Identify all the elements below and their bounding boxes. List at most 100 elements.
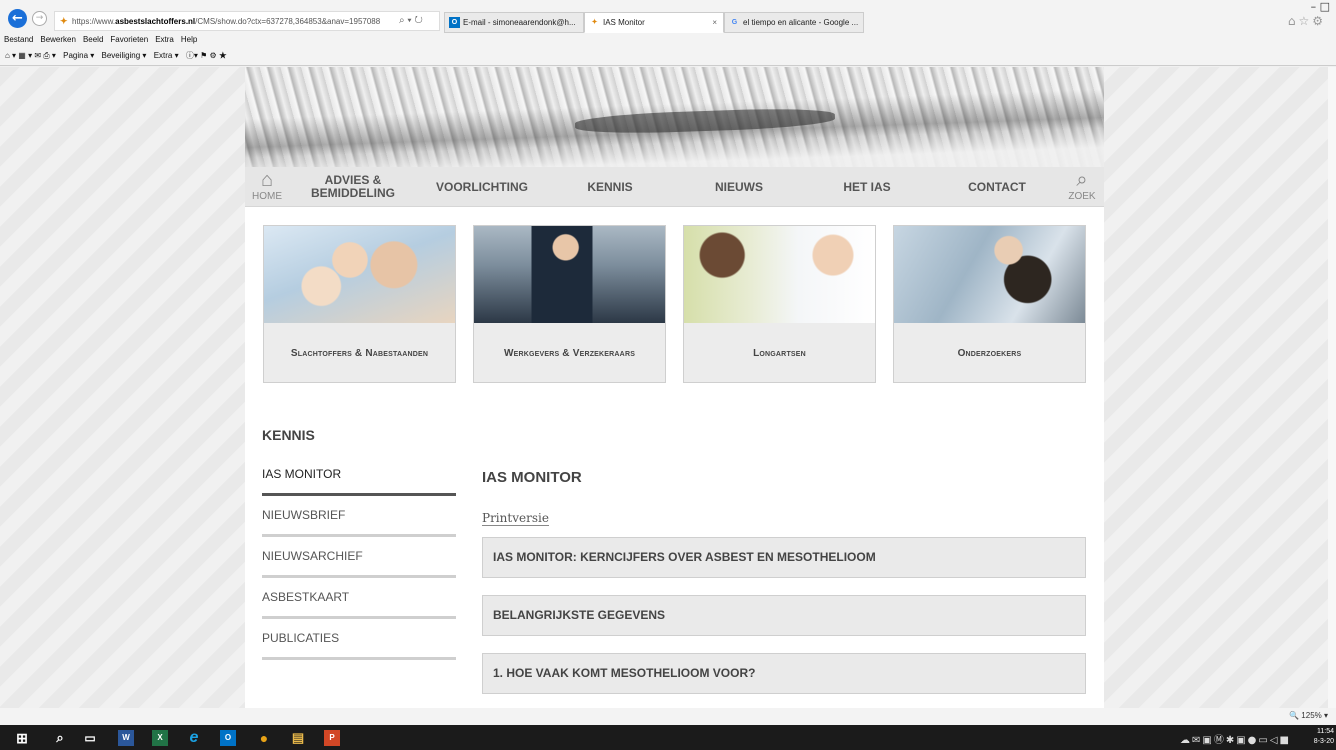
menu-favorieten[interactable]: Favorieten: [110, 35, 148, 44]
excel-icon[interactable]: X: [152, 730, 168, 746]
search-icon[interactable]: ⌕: [52, 730, 68, 746]
chrome-icon[interactable]: ●: [256, 730, 272, 746]
address-tools[interactable]: ⌕ ▾ ↻: [399, 12, 423, 30]
outlook-icon[interactable]: O: [220, 730, 236, 746]
forward-button[interactable]: →: [32, 11, 47, 26]
menu-extra[interactable]: Extra: [155, 35, 174, 44]
windows-start-icon[interactable]: ⊞: [14, 730, 30, 746]
clock-date: 8-3-20: [1313, 738, 1334, 745]
system-tray-icon[interactable]: ☁✉▣Ⓜ✱▣●▭◁■: [1180, 731, 1291, 746]
address-path: /CMS/show.do?ctx=637278,364853&anav=1957…: [195, 17, 381, 26]
nav-search-label: ZOEK: [1068, 191, 1096, 202]
back-button[interactable]: ←: [8, 9, 27, 28]
card-longartsen[interactable]: Longartsen: [683, 225, 876, 383]
menu-bestand[interactable]: Bestand: [4, 35, 33, 44]
address-domain: asbestslachtoffers.nl: [115, 17, 196, 26]
clock-time: 11:54: [1317, 728, 1334, 735]
card-onderzoekers[interactable]: Onderzoekers: [893, 225, 1086, 383]
card-photo-family: [264, 226, 455, 323]
content-title: IAS MONITOR: [482, 469, 582, 486]
nav-kennis[interactable]: KENNIS: [570, 167, 650, 207]
accordion-belangrijkste-gegevens[interactable]: BELANGRIJKSTE GEGEVENS: [482, 595, 1086, 636]
card-label: Onderzoekers: [957, 347, 1022, 359]
nav-label: KENNIS: [587, 180, 633, 194]
card-label: Longartsen: [753, 347, 806, 359]
nav-voorlichting[interactable]: VOORLICHTING: [429, 167, 535, 207]
sidenav-underline: [262, 616, 456, 619]
sidenav-label: NIEUWSARCHIEF: [262, 549, 363, 563]
status-bar: 🔍 125% ▾: [0, 708, 1336, 725]
sidenav-label: NIEUWSBRIEF: [262, 508, 346, 522]
sidenav-underline: [262, 534, 456, 537]
accordion-kerncijfers[interactable]: IAS MONITOR: KERNCIJFERS OVER ASBEST EN …: [482, 537, 1086, 578]
tab-google[interactable]: Gel tiempo en alicante - Google ...: [724, 12, 864, 33]
nav-home[interactable]: ⌂ HOME: [249, 169, 285, 205]
tab-email[interactable]: O E-mail - simoneaarendonk@h...: [444, 12, 584, 33]
tab-label: IAS Monitor: [603, 18, 645, 27]
nav-advies-bemiddeling[interactable]: ADVIES & BEMIDDELING: [303, 167, 403, 207]
nav-label: VOORLICHTING: [436, 180, 528, 194]
nav-het-ias[interactable]: HET IAS: [827, 167, 907, 207]
cmd-pagina[interactable]: Pagina ▾: [63, 51, 94, 60]
menu-beeld[interactable]: Beeld: [83, 35, 103, 44]
file-explorer-icon[interactable]: ▤: [290, 730, 306, 746]
sidenav-ias-monitor[interactable]: IAS MONITOR: [262, 467, 456, 509]
sidenav-asbestkaart[interactable]: ASBESTKAART: [262, 590, 456, 632]
menu-bar: Bestand Bewerken Beeld Favorieten Extra Help: [0, 34, 1336, 47]
google-icon: G: [731, 19, 738, 27]
card-photo-businessmen: [474, 226, 665, 323]
nav-label: HET IAS: [843, 180, 891, 194]
menu-bewerken[interactable]: Bewerken: [40, 35, 76, 44]
internet-explorer-icon[interactable]: e: [186, 730, 202, 746]
card-label: Slachtoffers & Nabestaanden: [290, 347, 429, 359]
sidenav-publicaties[interactable]: PUBLICATIES: [262, 631, 456, 673]
hero-banner-image: [245, 67, 1104, 167]
address-bar[interactable]: ✦ https://www.asbestslachtoffers.nl/CMS/s…: [54, 11, 440, 31]
nav-nieuws[interactable]: NIEUWS: [699, 167, 779, 207]
home-icon: ⌂: [260, 169, 274, 191]
command-bar: ⌂ ▾ ▦ ▾ ✉ ⎙ ▾ Pagina ▾ Beveiliging ▾ Ext…: [0, 47, 1336, 66]
print-version-link[interactable]: Printversie: [482, 511, 549, 526]
tab-ias-monitor[interactable]: ✦ IAS Monitor ×: [584, 12, 724, 33]
home-favorites-settings-icon[interactable]: ⌂☆⚙: [1288, 14, 1326, 28]
browser-tab-bar: ← → ✦ https://www.asbestslachtoffers.nl/C…: [0, 0, 1336, 34]
sidenav-nieuwsbrief[interactable]: NIEUWSBRIEF: [262, 508, 456, 550]
menu-help[interactable]: Help: [181, 35, 197, 44]
site-favicon-icon: ✦: [60, 16, 68, 26]
tab-label: el tiempo en alicante - Google ...: [743, 18, 859, 27]
word-icon[interactable]: W: [118, 730, 134, 746]
sidenav-nieuwsarchief[interactable]: NIEUWSARCHIEF: [262, 549, 456, 591]
clock[interactable]: 11:54 8-3-20: [1314, 727, 1334, 747]
task-view-icon[interactable]: ▭: [82, 730, 98, 746]
card-slachtoffers[interactable]: Slachtoffers & Nabestaanden: [263, 225, 456, 383]
vertical-scrollbar[interactable]: [1328, 67, 1336, 708]
nav-label-line2: BEMIDDELING: [311, 186, 395, 200]
outlook-icon: O: [449, 17, 460, 29]
section-title: KENNIS: [262, 427, 315, 443]
tab-label: E-mail - simoneaarendonk@h...: [463, 18, 576, 27]
sidenav-label: ASBESTKAART: [262, 590, 350, 604]
close-tab-icon[interactable]: ×: [712, 13, 717, 32]
nav-home-label: HOME: [252, 191, 282, 202]
command-bar-tools-icon[interactable]: ⓘ▾ ⚑ ⚙ ★: [186, 51, 227, 60]
page-viewport: ⌂ HOME ADVIES & BEMIDDELING VOORLICHTING…: [0, 67, 1336, 708]
cmd-extra[interactable]: Extra ▾: [154, 51, 179, 60]
windows-taskbar: ⊞ ⌕ ▭ W X e O ● ▤ P ☁✉▣Ⓜ✱▣●▭◁■ 11:54 8-3…: [0, 725, 1336, 750]
window-controls[interactable]: – □: [1311, 0, 1330, 13]
zoom-level[interactable]: 🔍 125% ▾: [1289, 711, 1328, 720]
card-photo-doctor: [684, 226, 875, 323]
command-bar-icons-icon[interactable]: ⌂ ▾ ▦ ▾ ✉ ⎙ ▾: [5, 51, 56, 60]
accordion-hoe-vaak[interactable]: 1. HOE VAAK KOMT MESOTHELIOOM VOOR?: [482, 653, 1086, 694]
site-container: ⌂ HOME ADVIES & BEMIDDELING VOORLICHTING…: [245, 67, 1104, 708]
cmd-beveiliging[interactable]: Beveiliging ▾: [102, 51, 147, 60]
card-werkgevers[interactable]: Werkgevers & Verzekeraars: [473, 225, 666, 383]
card-photo-researchers: [894, 226, 1085, 323]
card-label: Werkgevers & Verzekeraars: [503, 347, 636, 359]
sidenav-label: IAS MONITOR: [262, 467, 342, 481]
nav-search[interactable]: ⌕ ZOEK: [1066, 169, 1098, 205]
powerpoint-icon[interactable]: P: [324, 730, 340, 746]
nav-contact[interactable]: CONTACT: [955, 167, 1039, 207]
sidenav-label: PUBLICATIES: [262, 631, 340, 645]
sidenav-underline: [262, 493, 456, 496]
sidenav-underline: [262, 575, 456, 578]
